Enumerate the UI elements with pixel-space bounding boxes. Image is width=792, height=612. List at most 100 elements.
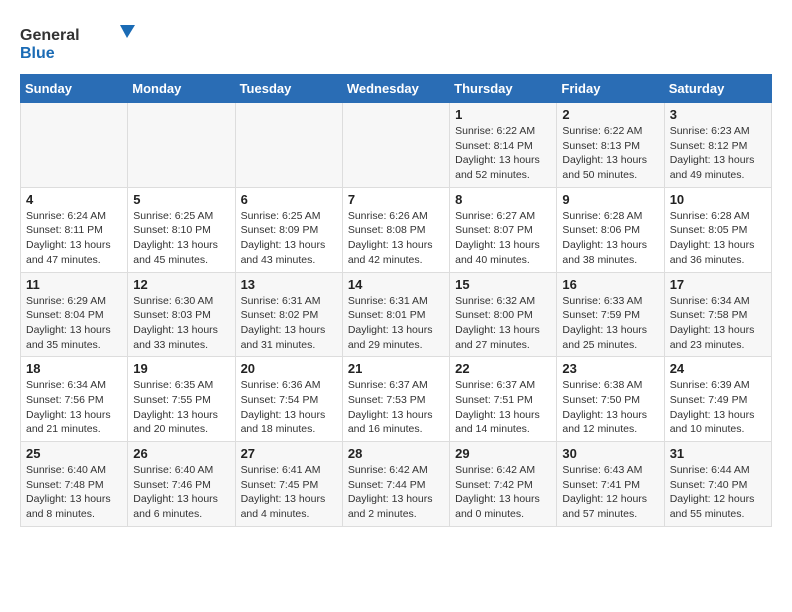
day-number: 25 bbox=[26, 446, 122, 461]
calendar-cell: 2 Sunrise: 6:22 AM Sunset: 8:13 PM Daylig… bbox=[557, 103, 664, 188]
day-info: Sunrise: 6:22 AM Sunset: 8:14 PM Dayligh… bbox=[455, 124, 551, 183]
calendar-cell: 26 Sunrise: 6:40 AM Sunset: 7:46 PM Dayli… bbox=[128, 442, 235, 527]
day-info: Sunrise: 6:34 AM Sunset: 7:58 PM Dayligh… bbox=[670, 294, 766, 353]
weekday-header-row: SundayMondayTuesdayWednesdayThursdayFrid… bbox=[21, 75, 772, 103]
day-info: Sunrise: 6:33 AM Sunset: 7:59 PM Dayligh… bbox=[562, 294, 658, 353]
day-info: Sunrise: 6:27 AM Sunset: 8:07 PM Dayligh… bbox=[455, 209, 551, 268]
day-info: Sunrise: 6:28 AM Sunset: 8:05 PM Dayligh… bbox=[670, 209, 766, 268]
day-info: Sunrise: 6:32 AM Sunset: 8:00 PM Dayligh… bbox=[455, 294, 551, 353]
day-info: Sunrise: 6:22 AM Sunset: 8:13 PM Dayligh… bbox=[562, 124, 658, 183]
day-number: 18 bbox=[26, 361, 122, 376]
day-info: Sunrise: 6:25 AM Sunset: 8:09 PM Dayligh… bbox=[241, 209, 337, 268]
calendar-cell: 5 Sunrise: 6:25 AM Sunset: 8:10 PM Daylig… bbox=[128, 187, 235, 272]
day-info: Sunrise: 6:40 AM Sunset: 7:48 PM Dayligh… bbox=[26, 463, 122, 522]
calendar-cell: 23 Sunrise: 6:38 AM Sunset: 7:50 PM Dayli… bbox=[557, 357, 664, 442]
calendar-cell: 30 Sunrise: 6:43 AM Sunset: 7:41 PM Dayli… bbox=[557, 442, 664, 527]
weekday-header: Saturday bbox=[664, 75, 771, 103]
day-info: Sunrise: 6:44 AM Sunset: 7:40 PM Dayligh… bbox=[670, 463, 766, 522]
calendar-cell: 22 Sunrise: 6:37 AM Sunset: 7:51 PM Dayli… bbox=[450, 357, 557, 442]
day-number: 5 bbox=[133, 192, 229, 207]
day-info: Sunrise: 6:28 AM Sunset: 8:06 PM Dayligh… bbox=[562, 209, 658, 268]
day-number: 30 bbox=[562, 446, 658, 461]
day-info: Sunrise: 6:36 AM Sunset: 7:54 PM Dayligh… bbox=[241, 378, 337, 437]
day-info: Sunrise: 6:24 AM Sunset: 8:11 PM Dayligh… bbox=[26, 209, 122, 268]
day-number: 12 bbox=[133, 277, 229, 292]
day-number: 2 bbox=[562, 107, 658, 122]
weekday-header: Sunday bbox=[21, 75, 128, 103]
weekday-header: Thursday bbox=[450, 75, 557, 103]
day-info: Sunrise: 6:37 AM Sunset: 7:51 PM Dayligh… bbox=[455, 378, 551, 437]
day-info: Sunrise: 6:23 AM Sunset: 8:12 PM Dayligh… bbox=[670, 124, 766, 183]
calendar-cell: 17 Sunrise: 6:34 AM Sunset: 7:58 PM Dayli… bbox=[664, 272, 771, 357]
day-info: Sunrise: 6:40 AM Sunset: 7:46 PM Dayligh… bbox=[133, 463, 229, 522]
calendar-week-row: 25 Sunrise: 6:40 AM Sunset: 7:48 PM Dayli… bbox=[21, 442, 772, 527]
day-number: 15 bbox=[455, 277, 551, 292]
calendar-cell: 29 Sunrise: 6:42 AM Sunset: 7:42 PM Dayli… bbox=[450, 442, 557, 527]
day-number: 4 bbox=[26, 192, 122, 207]
calendar-cell: 20 Sunrise: 6:36 AM Sunset: 7:54 PM Dayli… bbox=[235, 357, 342, 442]
day-number: 11 bbox=[26, 277, 122, 292]
calendar-cell: 25 Sunrise: 6:40 AM Sunset: 7:48 PM Dayli… bbox=[21, 442, 128, 527]
day-info: Sunrise: 6:39 AM Sunset: 7:49 PM Dayligh… bbox=[670, 378, 766, 437]
day-number: 20 bbox=[241, 361, 337, 376]
day-info: Sunrise: 6:31 AM Sunset: 8:02 PM Dayligh… bbox=[241, 294, 337, 353]
calendar-cell: 21Sunrise: 6:37 AM Sunset: 7:53 PM Dayli… bbox=[342, 357, 449, 442]
calendar-cell: 24Sunrise: 6:39 AM Sunset: 7:49 PM Dayli… bbox=[664, 357, 771, 442]
day-info: Sunrise: 6:31 AM Sunset: 8:01 PM Dayligh… bbox=[348, 294, 444, 353]
day-number: 16 bbox=[562, 277, 658, 292]
weekday-header: Wednesday bbox=[342, 75, 449, 103]
day-number: 23 bbox=[562, 361, 658, 376]
calendar-cell bbox=[235, 103, 342, 188]
calendar-cell bbox=[342, 103, 449, 188]
day-info: Sunrise: 6:42 AM Sunset: 7:44 PM Dayligh… bbox=[348, 463, 444, 522]
calendar-cell: 28 Sunrise: 6:42 AM Sunset: 7:44 PM Dayli… bbox=[342, 442, 449, 527]
day-number: 19 bbox=[133, 361, 229, 376]
calendar-cell: 31 Sunrise: 6:44 AM Sunset: 7:40 PM Dayli… bbox=[664, 442, 771, 527]
day-info: Sunrise: 6:38 AM Sunset: 7:50 PM Dayligh… bbox=[562, 378, 658, 437]
day-info: Sunrise: 6:42 AM Sunset: 7:42 PM Dayligh… bbox=[455, 463, 551, 522]
calendar-cell: 1 Sunrise: 6:22 AM Sunset: 8:14 PM Daylig… bbox=[450, 103, 557, 188]
day-number: 31 bbox=[670, 446, 766, 461]
calendar-cell bbox=[128, 103, 235, 188]
calendar-cell: 19 Sunrise: 6:35 AM Sunset: 7:55 PM Dayli… bbox=[128, 357, 235, 442]
day-number: 7 bbox=[348, 192, 444, 207]
day-number: 1 bbox=[455, 107, 551, 122]
day-info: Sunrise: 6:35 AM Sunset: 7:55 PM Dayligh… bbox=[133, 378, 229, 437]
day-info: Sunrise: 6:25 AM Sunset: 8:10 PM Dayligh… bbox=[133, 209, 229, 268]
day-info: Sunrise: 6:29 AM Sunset: 8:04 PM Dayligh… bbox=[26, 294, 122, 353]
day-number: 29 bbox=[455, 446, 551, 461]
day-number: 28 bbox=[348, 446, 444, 461]
day-number: 14 bbox=[348, 277, 444, 292]
calendar-cell: 16 Sunrise: 6:33 AM Sunset: 7:59 PM Dayli… bbox=[557, 272, 664, 357]
weekday-header: Tuesday bbox=[235, 75, 342, 103]
day-number: 17 bbox=[670, 277, 766, 292]
calendar-week-row: 18 Sunrise: 6:34 AM Sunset: 7:56 PM Dayli… bbox=[21, 357, 772, 442]
day-info: Sunrise: 6:43 AM Sunset: 7:41 PM Dayligh… bbox=[562, 463, 658, 522]
day-number: 21 bbox=[348, 361, 444, 376]
calendar-cell: 8Sunrise: 6:27 AM Sunset: 8:07 PM Daylig… bbox=[450, 187, 557, 272]
calendar-cell: 9 Sunrise: 6:28 AM Sunset: 8:06 PM Daylig… bbox=[557, 187, 664, 272]
logo-svg: General Blue bbox=[20, 20, 140, 64]
calendar-week-row: 4 Sunrise: 6:24 AM Sunset: 8:11 PM Daylig… bbox=[21, 187, 772, 272]
calendar-cell: 6 Sunrise: 6:25 AM Sunset: 8:09 PM Daylig… bbox=[235, 187, 342, 272]
day-number: 9 bbox=[562, 192, 658, 207]
day-info: Sunrise: 6:41 AM Sunset: 7:45 PM Dayligh… bbox=[241, 463, 337, 522]
calendar-cell: 27Sunrise: 6:41 AM Sunset: 7:45 PM Dayli… bbox=[235, 442, 342, 527]
day-info: Sunrise: 6:34 AM Sunset: 7:56 PM Dayligh… bbox=[26, 378, 122, 437]
calendar-cell: 12Sunrise: 6:30 AM Sunset: 8:03 PM Dayli… bbox=[128, 272, 235, 357]
day-number: 22 bbox=[455, 361, 551, 376]
calendar-cell bbox=[21, 103, 128, 188]
calendar-cell: 11 Sunrise: 6:29 AM Sunset: 8:04 PM Dayli… bbox=[21, 272, 128, 357]
weekday-header: Monday bbox=[128, 75, 235, 103]
logo: General Blue bbox=[20, 20, 140, 64]
day-number: 26 bbox=[133, 446, 229, 461]
day-info: Sunrise: 6:26 AM Sunset: 8:08 PM Dayligh… bbox=[348, 209, 444, 268]
calendar-week-row: 11 Sunrise: 6:29 AM Sunset: 8:04 PM Dayli… bbox=[21, 272, 772, 357]
svg-text:Blue: Blue bbox=[20, 45, 55, 62]
day-number: 6 bbox=[241, 192, 337, 207]
svg-text:General: General bbox=[20, 27, 80, 44]
day-number: 10 bbox=[670, 192, 766, 207]
calendar-cell: 7 Sunrise: 6:26 AM Sunset: 8:08 PM Daylig… bbox=[342, 187, 449, 272]
calendar-table: SundayMondayTuesdayWednesdayThursdayFrid… bbox=[20, 74, 772, 527]
calendar-cell: 3Sunrise: 6:23 AM Sunset: 8:12 PM Daylig… bbox=[664, 103, 771, 188]
